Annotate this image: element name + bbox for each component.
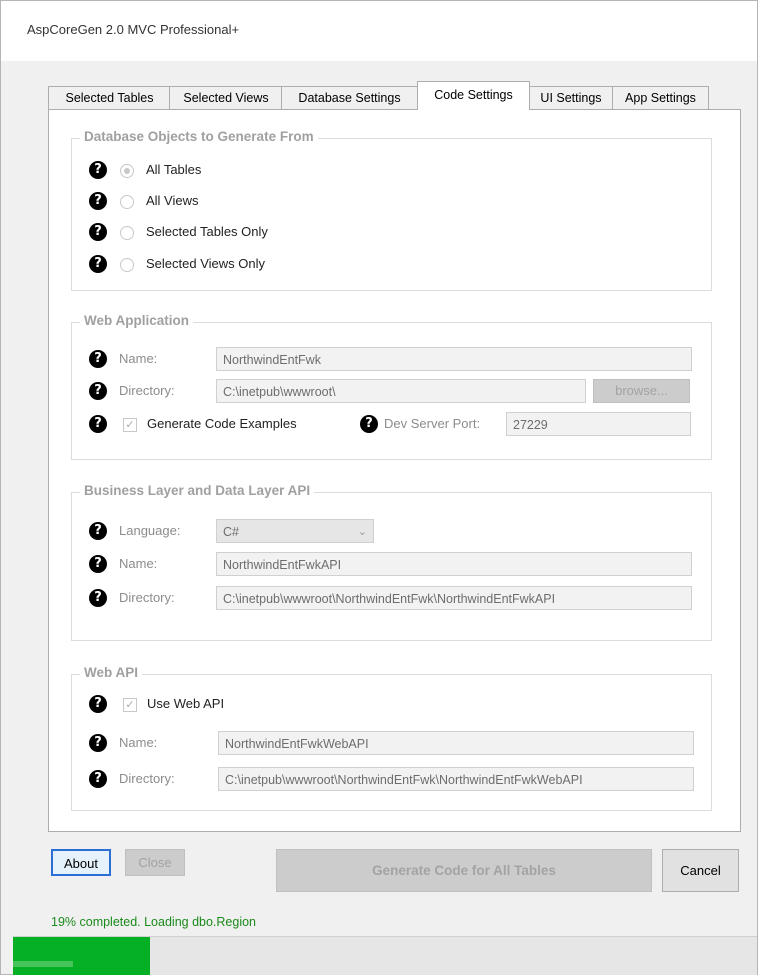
radio-selected-tables-only[interactable]	[120, 226, 134, 240]
web-app-directory-field[interactable]: C:\inetpub\wwwroot\	[216, 379, 586, 403]
language-label: Language:	[119, 523, 181, 538]
tab-selected-views[interactable]: Selected Views	[169, 86, 283, 109]
tab-selected-tables[interactable]: Selected Tables	[48, 86, 171, 109]
radio-selected-views-only[interactable]	[120, 258, 134, 272]
tab-ui-settings[interactable]: UI Settings	[528, 86, 614, 109]
business-layer-group: Business Layer and Data Layer API ? Lang…	[71, 483, 712, 641]
dev-server-port-label: Dev Server Port:	[384, 416, 481, 431]
help-icon[interactable]: ?	[89, 770, 107, 788]
progress-bar-fill	[13, 937, 150, 975]
help-icon[interactable]: ?	[89, 350, 107, 368]
web-application-group: Web Application ? Name: NorthwindEntFwk …	[71, 313, 712, 460]
selected-views-only-label: Selected Views Only	[146, 256, 265, 271]
generate-code-examples-checkbox[interactable]: ✓	[123, 418, 137, 432]
help-icon[interactable]: ?	[360, 415, 378, 433]
status-text: 19% completed. Loading dbo.Region	[51, 915, 257, 929]
all-views-label: All Views	[146, 193, 199, 208]
web-application-title: Web Application	[80, 313, 194, 328]
business-layer-title: Business Layer and Data Layer API	[80, 483, 315, 498]
about-button[interactable]: About	[51, 849, 111, 876]
title-bar: AspCoreGen 2.0 MVC Professional+	[1, 1, 757, 61]
help-icon[interactable]: ?	[89, 192, 107, 210]
web-app-directory-label: Directory:	[119, 383, 175, 398]
help-icon[interactable]: ?	[89, 695, 107, 713]
web-api-group: Web API ? ✓ Use Web API ? Name: Northwin…	[71, 665, 712, 811]
web-api-title: Web API	[80, 665, 143, 680]
radio-all-tables[interactable]	[120, 164, 134, 178]
close-button[interactable]: Close	[125, 849, 185, 876]
help-icon[interactable]: ?	[89, 382, 107, 400]
selected-tables-only-label: Selected Tables Only	[146, 224, 268, 239]
db-objects-title: Database Objects to Generate From	[80, 129, 318, 144]
web-api-name-field[interactable]: NorthwindEntFwkWebAPI	[218, 731, 694, 755]
bl-directory-label: Directory:	[119, 590, 175, 605]
tab-code-settings[interactable]: Code Settings	[417, 81, 530, 110]
bl-directory-field[interactable]: C:\inetpub\wwwroot\NorthwindEntFwk\North…	[216, 586, 692, 610]
help-icon[interactable]: ?	[89, 415, 107, 433]
all-tables-label: All Tables	[146, 162, 202, 177]
help-icon[interactable]: ?	[89, 555, 107, 573]
progress-bar	[13, 936, 757, 975]
web-api-directory-label: Directory:	[119, 771, 175, 786]
language-select[interactable]: C# ⌄	[216, 519, 374, 543]
language-value: C#	[223, 525, 239, 539]
radio-all-views[interactable]	[120, 195, 134, 209]
db-objects-group: Database Objects to Generate From ? All …	[71, 129, 712, 291]
app-window: AspCoreGen 2.0 MVC Professional+ Selecte…	[0, 0, 758, 975]
dev-server-port-field[interactable]: 27229	[506, 412, 691, 436]
tab-database-settings[interactable]: Database Settings	[281, 86, 418, 109]
web-app-name-field[interactable]: NorthwindEntFwk	[216, 347, 692, 371]
web-api-name-label: Name:	[119, 735, 158, 750]
help-icon[interactable]: ?	[89, 255, 107, 273]
bl-name-field[interactable]: NorthwindEntFwkAPI	[216, 552, 692, 576]
help-icon[interactable]: ?	[89, 522, 107, 540]
web-api-directory-field[interactable]: C:\inetpub\wwwroot\NorthwindEntFwk\North…	[218, 767, 694, 791]
help-icon[interactable]: ?	[89, 161, 107, 179]
help-icon[interactable]: ?	[89, 223, 107, 241]
window-title: AspCoreGen 2.0 MVC Professional+	[27, 22, 240, 37]
use-web-api-checkbox[interactable]: ✓	[123, 698, 137, 712]
cancel-button[interactable]: Cancel	[662, 849, 739, 892]
use-web-api-label: Use Web API	[147, 696, 225, 711]
help-icon[interactable]: ?	[89, 589, 107, 607]
chevron-down-icon: ⌄	[357, 526, 367, 538]
browse-button[interactable]: browse...	[593, 379, 690, 403]
bl-name-label: Name:	[119, 556, 158, 571]
help-icon[interactable]: ?	[89, 734, 107, 752]
generate-code-button[interactable]: Generate Code for All Tables	[276, 849, 652, 892]
generate-code-examples-label: Generate Code Examples	[147, 416, 297, 431]
web-app-name-label: Name:	[119, 351, 158, 366]
tab-app-settings[interactable]: App Settings	[612, 86, 709, 109]
code-settings-panel: Database Objects to Generate From ? All …	[48, 109, 741, 832]
progress-shine	[13, 961, 73, 967]
